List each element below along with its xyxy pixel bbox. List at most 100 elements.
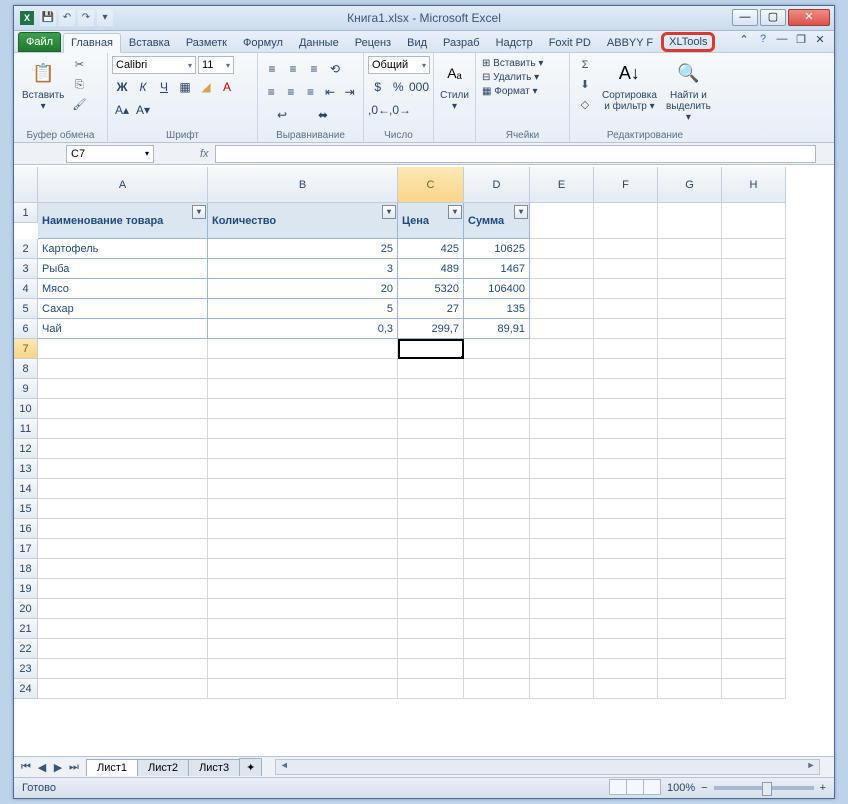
cell-G1[interactable] [658,203,722,239]
cell-A6[interactable]: Чай [38,319,208,339]
filter-dropdown-icon[interactable]: ▾ [448,205,462,219]
cell-E16[interactable] [530,519,594,539]
cell-C9[interactable] [398,379,464,399]
cell-D3[interactable]: 1467 [464,259,530,279]
row-header-22[interactable]: 22 [14,639,38,659]
qat-redo-icon[interactable]: ↷ [78,10,94,26]
cell-E13[interactable] [530,459,594,479]
normal-view-icon[interactable] [609,779,627,795]
align-right-icon[interactable]: ≡ [301,82,320,102]
cell-F21[interactable] [594,619,658,639]
cell-E20[interactable] [530,599,594,619]
cell-B16[interactable] [208,519,398,539]
bold-button[interactable]: Ж [112,77,132,97]
cell-D20[interactable] [464,599,530,619]
cell-H3[interactable] [722,259,786,279]
cell-C18[interactable] [398,559,464,579]
row-header-17[interactable]: 17 [14,539,38,559]
cell-H1[interactable] [722,203,786,239]
sort-filter-button[interactable]: A↓ Сортировкаи фильтр ▾ [598,56,661,125]
row-header-1[interactable]: 1 [14,203,38,223]
cell-D14[interactable] [464,479,530,499]
comma-icon[interactable]: 000 [409,77,429,97]
cell-C19[interactable] [398,579,464,599]
cell-D11[interactable] [464,419,530,439]
cell-F3[interactable] [594,259,658,279]
row-header-18[interactable]: 18 [14,559,38,579]
sheet-tab-3[interactable]: Лист3 [188,759,240,776]
row-header-19[interactable]: 19 [14,579,38,599]
row-header-4[interactable]: 4 [14,279,38,299]
tab-insert[interactable]: Вставка [121,33,178,52]
cell-G16[interactable] [658,519,722,539]
cell-D17[interactable] [464,539,530,559]
cell-E15[interactable] [530,499,594,519]
cell-F18[interactable] [594,559,658,579]
cell-G20[interactable] [658,599,722,619]
cell-C2[interactable]: 425 [398,239,464,259]
cell-B18[interactable] [208,559,398,579]
workbook-close-icon[interactable]: ✕ [812,33,828,49]
cell-G23[interactable] [658,659,722,679]
col-header-E[interactable]: E [530,167,594,203]
cell-H20[interactable] [722,599,786,619]
cell-A10[interactable] [38,399,208,419]
select-all-button[interactable] [14,167,38,203]
cell-G18[interactable] [658,559,722,579]
cell-F13[interactable] [594,459,658,479]
cell-G14[interactable] [658,479,722,499]
cell-A19[interactable] [38,579,208,599]
row-header-8[interactable]: 8 [14,359,38,379]
cell-D9[interactable] [464,379,530,399]
cell-G5[interactable] [658,299,722,319]
row-header-20[interactable]: 20 [14,599,38,619]
cell-F9[interactable] [594,379,658,399]
cell-E17[interactable] [530,539,594,559]
row-header-21[interactable]: 21 [14,619,38,639]
cell-C17[interactable] [398,539,464,559]
cell-H8[interactable] [722,359,786,379]
row-header-11[interactable]: 11 [14,419,38,439]
filter-dropdown-icon[interactable]: ▾ [192,205,206,219]
cell-E21[interactable] [530,619,594,639]
find-select-button[interactable]: 🔍 Найти ивыделить ▾ [661,56,716,125]
cell-C22[interactable] [398,639,464,659]
cell-A3[interactable]: Рыба [38,259,208,279]
cell-B9[interactable] [208,379,398,399]
format-painter-icon[interactable]: 🖌 [70,96,88,114]
align-bottom-icon[interactable]: ≡ [304,59,324,79]
cell-D12[interactable] [464,439,530,459]
cell-D7[interactable] [464,339,530,359]
cell-F20[interactable] [594,599,658,619]
row-header-3[interactable]: 3 [14,259,38,279]
cell-A1[interactable]: Наименование товара▾ [38,203,208,239]
clear-icon[interactable]: ◇ [576,96,594,114]
cell-G11[interactable] [658,419,722,439]
styles-button[interactable]: Aₐ Стили ▾ [438,56,471,114]
col-header-H[interactable]: H [722,167,786,203]
cell-A14[interactable] [38,479,208,499]
number-format-combo[interactable]: Общий▾ [368,56,430,74]
cell-C15[interactable] [398,499,464,519]
cell-E14[interactable] [530,479,594,499]
orientation-icon[interactable]: ⟲ [325,59,345,79]
fill-color-button[interactable]: ◢ [196,77,216,97]
row-header-2[interactable]: 2 [14,239,38,259]
cell-F22[interactable] [594,639,658,659]
cell-B6[interactable]: 0,3 [208,319,398,339]
autosum-icon[interactable]: Σ [576,56,594,74]
cell-H6[interactable] [722,319,786,339]
italic-button[interactable]: К [133,77,153,97]
cell-B21[interactable] [208,619,398,639]
cell-B14[interactable] [208,479,398,499]
cell-G15[interactable] [658,499,722,519]
cell-C20[interactable] [398,599,464,619]
cell-B23[interactable] [208,659,398,679]
cell-A4[interactable]: Мясо [38,279,208,299]
cell-E18[interactable] [530,559,594,579]
cell-E10[interactable] [530,399,594,419]
cell-C23[interactable] [398,659,464,679]
cell-D4[interactable]: 106400 [464,279,530,299]
cell-F14[interactable] [594,479,658,499]
cell-E24[interactable] [530,679,594,699]
